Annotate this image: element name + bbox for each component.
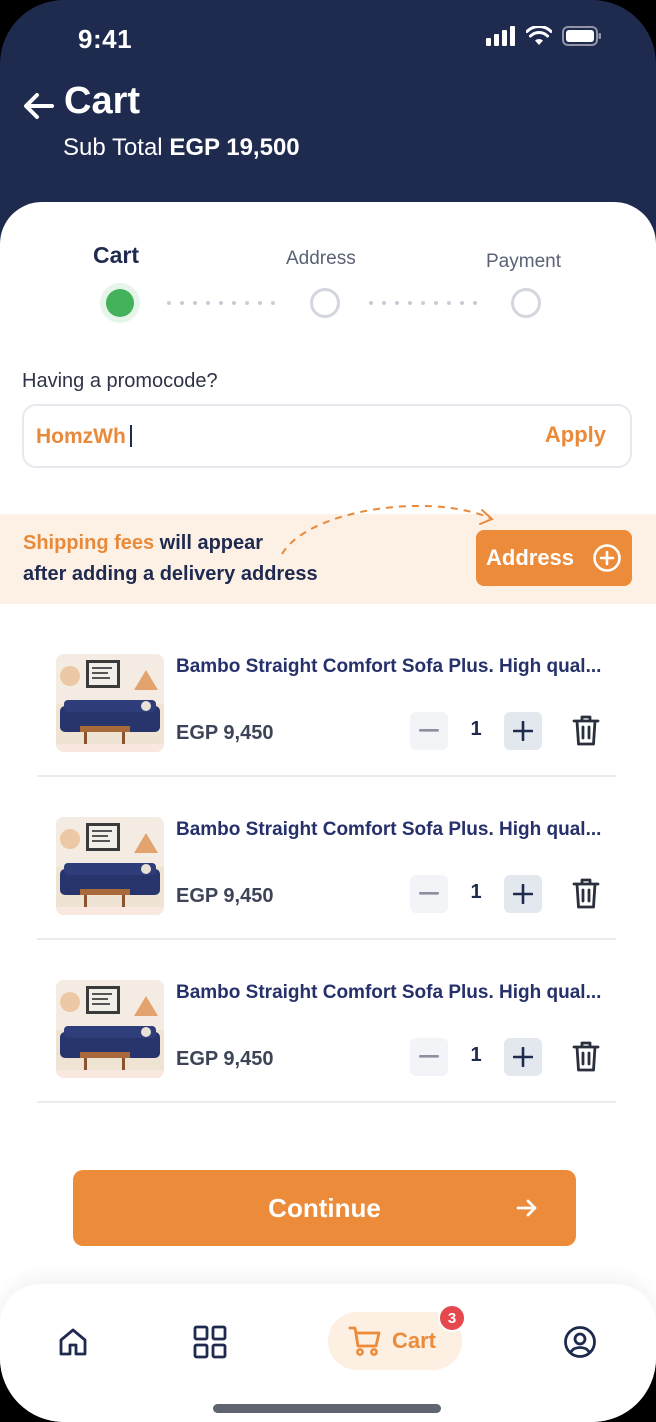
minus-icon	[419, 729, 439, 732]
shipping-message: Shipping fees will appear after adding a…	[23, 528, 318, 590]
home-icon	[59, 1328, 87, 1356]
minus-icon	[419, 1055, 439, 1058]
item-divider	[37, 775, 616, 777]
wifi-icon	[525, 25, 553, 51]
delete-item-button[interactable]	[568, 1038, 604, 1074]
subtotal-label: Sub Total	[63, 134, 163, 161]
step-label-payment: Payment	[486, 251, 561, 272]
back-button[interactable]	[18, 86, 58, 126]
plus-icon	[513, 884, 533, 904]
promo-input-value: HomzWh	[36, 425, 126, 448]
text-caret	[129, 425, 132, 447]
trash-icon	[572, 1041, 600, 1072]
quantity-value: 1	[470, 881, 482, 903]
shipping-text-line2: after adding a delivery address	[23, 563, 318, 585]
item-divider	[37, 938, 616, 940]
grid-icon	[193, 1325, 227, 1359]
quantity-value: 1	[470, 1044, 482, 1066]
decrease-quantity-button[interactable]	[410, 1038, 448, 1076]
nav-categories[interactable]	[188, 1320, 232, 1364]
product-name[interactable]: Bambo Straight Comfort Sofa Plus. High q…	[176, 656, 616, 678]
plus-icon	[513, 721, 533, 741]
increase-quantity-button[interactable]	[504, 1038, 542, 1076]
step-connector	[369, 301, 477, 305]
trash-icon	[572, 715, 600, 746]
battery-icon	[562, 26, 602, 51]
item-divider	[37, 1101, 616, 1103]
page-title: Cart	[64, 80, 141, 122]
delete-item-button[interactable]	[568, 875, 604, 911]
cart-sheet: Cart Address Payment Having a promocode?…	[0, 202, 656, 1422]
shipping-highlight: Shipping fees	[23, 532, 155, 554]
trash-icon	[572, 878, 600, 909]
nav-profile[interactable]	[558, 1320, 602, 1364]
quantity-value: 1	[470, 718, 482, 740]
bottom-nav: Cart 3	[0, 1284, 656, 1422]
arrow-left-icon	[24, 93, 54, 119]
plus-circle-icon	[593, 544, 621, 572]
signal-icon	[486, 26, 516, 51]
profile-icon	[564, 1326, 596, 1358]
product-name[interactable]: Bambo Straight Comfort Sofa Plus. High q…	[176, 819, 616, 841]
decrease-quantity-button[interactable]	[410, 712, 448, 750]
product-price: EGP 9,450	[176, 722, 274, 744]
shipping-text-line1: will appear	[154, 532, 264, 554]
increase-quantity-button[interactable]	[504, 712, 542, 750]
promo-field: HomzWh Apply	[22, 404, 632, 468]
decrease-quantity-button[interactable]	[410, 875, 448, 913]
product-image[interactable]	[56, 980, 164, 1078]
cart-count-badge: 3	[438, 1304, 466, 1332]
increase-quantity-button[interactable]	[504, 875, 542, 913]
phone-screen: 9:41 Cart Sub Total EGP 19,500 Cart Addr…	[0, 0, 656, 1422]
step-label-address: Address	[286, 248, 356, 269]
subtotal: Sub Total EGP 19,500	[63, 134, 300, 162]
step-dot-cart	[106, 289, 134, 317]
step-dot-address	[310, 288, 340, 318]
cart-item: Bambo Straight Comfort Sofa Plus. High q…	[0, 980, 656, 1143]
product-price: EGP 9,450	[176, 885, 274, 907]
status-bar: 9:41	[0, 0, 656, 80]
cart-icon	[348, 1326, 381, 1356]
header: Cart Sub Total EGP 19,500	[0, 76, 656, 206]
product-image[interactable]	[56, 817, 164, 915]
nav-cart-label: Cart	[392, 1328, 437, 1353]
dashed-arrow-icon	[281, 504, 494, 555]
product-price: EGP 9,450	[176, 1048, 274, 1070]
subtotal-value: EGP 19,500	[169, 134, 300, 161]
product-image[interactable]	[56, 654, 164, 752]
continue-label: Continue	[268, 1192, 381, 1223]
home-indicator	[213, 1404, 441, 1413]
step-label-cart: Cart	[93, 242, 140, 268]
step-dot-payment	[511, 288, 541, 318]
minus-icon	[419, 892, 439, 895]
promo-label: Having a promocode?	[22, 370, 218, 392]
nav-home[interactable]	[51, 1320, 95, 1364]
continue-button[interactable]: Continue	[73, 1170, 576, 1246]
status-icons	[486, 25, 602, 51]
plus-icon	[513, 1047, 533, 1067]
delete-item-button[interactable]	[568, 712, 604, 748]
status-time: 9:41	[78, 24, 133, 54]
apply-button[interactable]: Apply	[545, 422, 606, 448]
step-connector	[167, 301, 275, 305]
cart-item: Bambo Straight Comfort Sofa Plus. High q…	[0, 817, 656, 980]
product-name[interactable]: Bambo Straight Comfort Sofa Plus. High q…	[176, 982, 616, 1004]
promo-input[interactable]: HomzWh	[36, 425, 132, 449]
arrow-right-icon	[516, 1199, 537, 1217]
cart-item: Bambo Straight Comfort Sofa Plus. High q…	[0, 654, 656, 817]
